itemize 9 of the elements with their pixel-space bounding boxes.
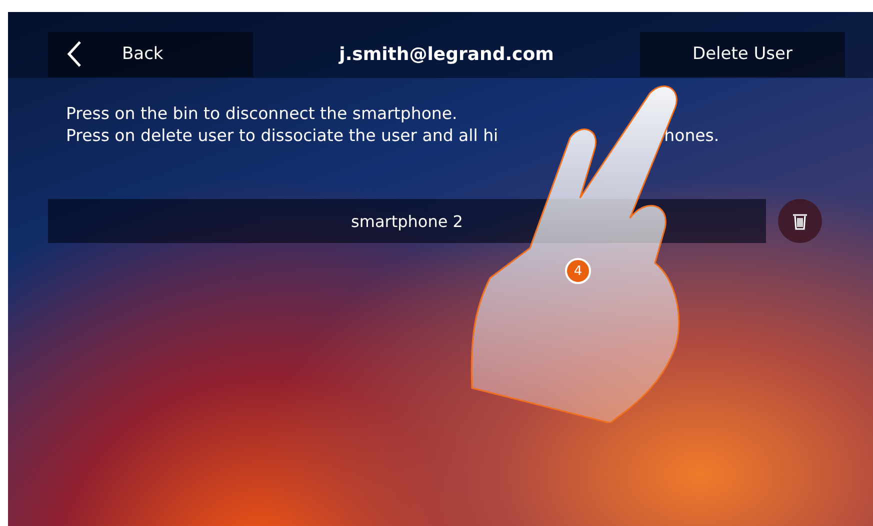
- instruction-text: Press on delete user to dissociate the user and all hi: [66, 125, 498, 147]
- chevron-left-icon: [66, 40, 82, 68]
- delete-button[interactable]: [778, 199, 822, 243]
- instruction-text: Press on the bin to disconnect the smartphone.: [66, 103, 458, 125]
- back-button[interactable]: Back: [48, 32, 253, 76]
- user-email-title: j.smith@legrand.com: [339, 44, 554, 64]
- instruction-text: hones.: [664, 125, 720, 147]
- delete-user-button[interactable]: Delete User: [640, 32, 845, 76]
- trash-icon: [791, 212, 809, 230]
